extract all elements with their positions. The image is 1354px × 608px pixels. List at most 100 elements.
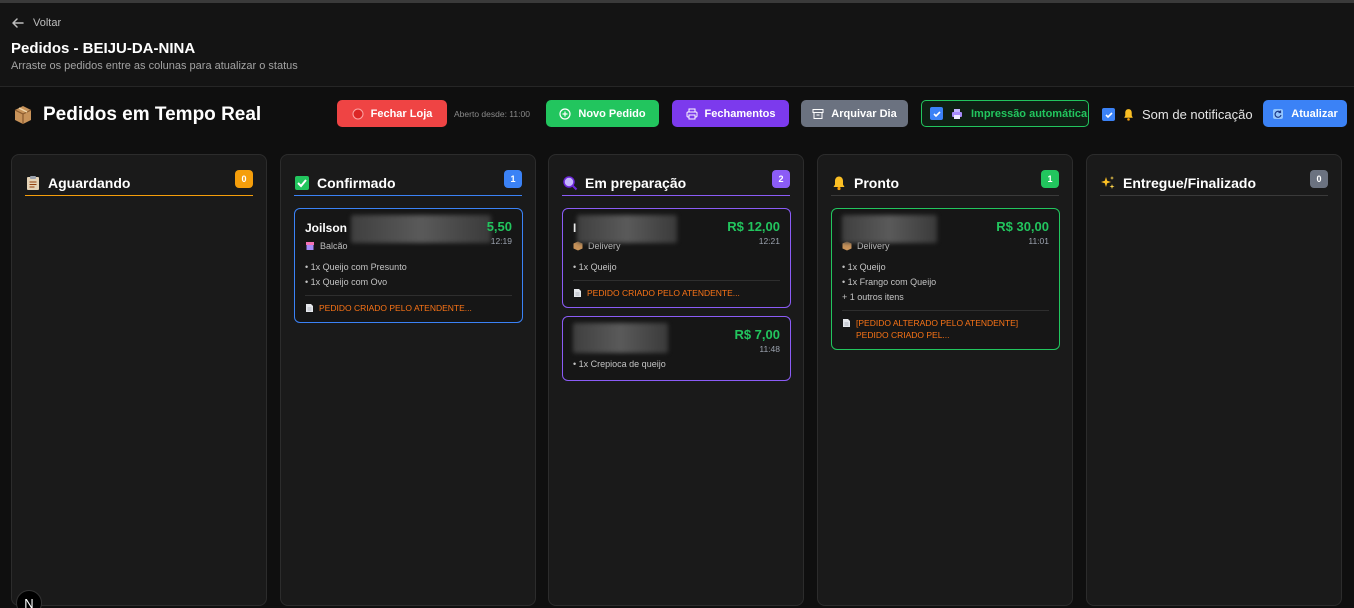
count-badge: 1 — [1041, 170, 1059, 188]
magnifier-icon — [563, 175, 578, 190]
column-title: Confirmado — [317, 174, 396, 191]
order-note: PEDIDO CRIADO PELO ATENDENTE... — [305, 295, 512, 314]
sound-label: Som de notificação — [1142, 107, 1253, 122]
plus-circle-icon — [559, 107, 571, 120]
checkmark-icon — [932, 110, 941, 117]
order-item: • 1x Queijo com Presunto — [305, 262, 407, 272]
column-header: Entregue/Finalizado 0 — [1100, 169, 1328, 196]
count-badge: 0 — [1310, 170, 1328, 188]
customer-name: Joilson — [305, 221, 348, 235]
new-order-button[interactable]: Novo Pedido — [546, 100, 659, 127]
red-circle-icon — [352, 108, 364, 119]
document-icon — [843, 319, 850, 327]
page-header: Voltar Pedidos - BEIJU-DA-NINA Arraste o… — [0, 3, 1354, 87]
column-confirmado[interactable]: Confirmado 1 Joilson 5,50 12:19 Balcão •… — [280, 154, 536, 606]
order-items: • 1x Queijo — [573, 260, 780, 275]
order-note: [PEDIDO ALTERADO PELO ATENDENTE] PEDIDO … — [842, 310, 1049, 341]
check-icon — [295, 175, 309, 190]
order-time: 11:48 — [759, 344, 780, 354]
closings-label: Fechamentos — [704, 107, 776, 120]
order-note-text: [PEDIDO ALTERADO PELO ATENDENTE] PEDIDO … — [856, 318, 1019, 340]
sound-checkbox[interactable] — [1102, 108, 1115, 121]
archive-day-button[interactable]: Arquivar Dia — [801, 100, 908, 127]
redacted-name — [842, 215, 937, 243]
order-item: • 1x Queijo — [842, 262, 886, 272]
document-icon — [574, 289, 581, 297]
order-item-more: + 1 outros itens — [842, 292, 904, 302]
printer-icon — [952, 108, 962, 119]
column-divider — [831, 195, 1059, 196]
new-order-label: Novo Pedido — [578, 107, 646, 120]
order-card[interactable]: R$ 30,00 11:01 Delivery • 1x Queijo • 1x… — [831, 208, 1060, 350]
order-time: 12:19 — [490, 236, 512, 246]
column-em-preparacao[interactable]: Em preparação 2 I R$ 12,00 12:21 Deliver… — [548, 154, 804, 606]
close-store-button[interactable]: Fechar Loja — [337, 100, 447, 127]
back-button[interactable]: Voltar — [11, 16, 61, 30]
redacted-name — [573, 323, 668, 353]
order-item: • 1x Queijo — [573, 262, 617, 272]
closings-button[interactable]: Fechamentos — [672, 100, 789, 127]
count-badge: 2 — [772, 170, 790, 188]
archive-day-label: Arquivar Dia — [831, 107, 897, 120]
auto-print-checkbox[interactable] — [930, 107, 943, 120]
column-aguardando[interactable]: Aguardando 0 — [11, 154, 267, 606]
column-divider — [294, 195, 522, 196]
order-price: R$ 12,00 — [727, 219, 780, 234]
clipboard-icon — [27, 175, 39, 190]
order-price: 5,50 — [486, 219, 512, 234]
order-note-text: PEDIDO CRIADO PELO ATENDENTE... — [319, 303, 472, 313]
column-header: Em preparação 2 — [562, 169, 790, 196]
column-divider — [25, 195, 253, 196]
order-items: • 1x Queijo • 1x Frango com Queijo + 1 o… — [842, 260, 1049, 305]
column-divider — [562, 195, 790, 196]
redacted-name — [351, 215, 491, 243]
column-entregue[interactable]: Entregue/Finalizado 0 — [1086, 154, 1342, 606]
column-header: Pronto 1 — [831, 169, 1059, 196]
order-items: • 1x Crepioca de queijo — [573, 357, 780, 372]
order-item: • 1x Queijo com Ovo — [305, 277, 388, 287]
sound-toggle[interactable]: Som de notificação — [1102, 107, 1253, 122]
count-badge: 0 — [235, 170, 253, 188]
bell-icon — [1124, 109, 1133, 121]
count-badge: 1 — [504, 170, 522, 188]
order-item: • 1x Frango com Queijo — [842, 277, 937, 287]
column-pronto[interactable]: Pronto 1 R$ 30,00 11:01 Delivery • 1x Qu… — [817, 154, 1073, 606]
bell-icon — [833, 176, 845, 190]
column-title: Entregue/Finalizado — [1123, 174, 1257, 191]
order-time: 12:21 — [758, 236, 780, 246]
redacted-name — [577, 215, 677, 243]
close-store-label: Fechar Loja — [370, 107, 433, 120]
order-price: R$ 30,00 — [996, 219, 1049, 234]
order-card[interactable]: I R$ 12,00 12:21 Delivery • 1x Queijo PE… — [562, 208, 791, 308]
printer-icon — [686, 108, 698, 119]
column-divider — [1100, 195, 1328, 196]
order-note: PEDIDO CRIADO PELO ATENDENTE... — [573, 280, 780, 299]
auto-print-toggle[interactable]: Impressão automática — [921, 100, 1089, 127]
refresh-button[interactable]: Atualizar — [1263, 100, 1347, 127]
order-type-label: Balcão — [320, 241, 348, 251]
order-time: 11:01 — [1028, 236, 1049, 246]
column-title: Pronto — [854, 174, 900, 191]
order-card[interactable]: Joilson 5,50 12:19 Balcão • 1x Queijo co… — [294, 208, 523, 323]
auto-print-label: Impressão automática — [971, 107, 1088, 120]
refresh-label: Atualizar — [1291, 107, 1338, 120]
arrow-left-icon — [12, 18, 24, 28]
column-header: Confirmado 1 — [294, 169, 522, 196]
order-card[interactable]: R$ 7,00 11:48 • 1x Crepioca de queijo — [562, 316, 791, 381]
store-icon — [306, 242, 314, 250]
column-title: Em preparação — [585, 174, 687, 191]
order-price: R$ 7,00 — [734, 327, 780, 342]
page-title: Pedidos - BEIJU-DA-NINA — [11, 40, 196, 57]
archive-icon — [812, 108, 824, 119]
page-subtitle: Arraste os pedidos entre as colunas para… — [11, 60, 298, 72]
back-label: Voltar — [33, 17, 62, 29]
refresh-icon — [1273, 108, 1284, 119]
order-note-text: PEDIDO CRIADO PELO ATENDENTE... — [587, 288, 740, 298]
checkmark-icon — [1104, 111, 1113, 118]
order-item: • 1x Crepioca de queijo — [573, 359, 666, 369]
package-icon — [14, 106, 32, 124]
section-title: Pedidos em Tempo Real — [13, 104, 261, 126]
order-items: • 1x Queijo com Presunto • 1x Queijo com… — [305, 260, 512, 290]
column-header: Aguardando 0 — [25, 169, 253, 196]
sparkles-icon — [1101, 175, 1115, 189]
